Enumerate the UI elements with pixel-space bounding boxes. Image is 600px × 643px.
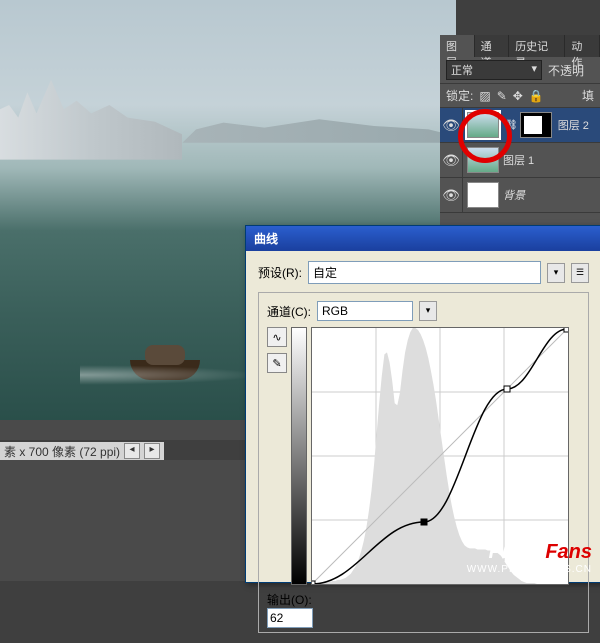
tab-layers[interactable]: 图层 bbox=[440, 35, 475, 57]
output-label: 输出(O): bbox=[267, 591, 313, 608]
lock-transparency-icon[interactable]: ▨ bbox=[479, 89, 490, 103]
image-content-wake bbox=[80, 365, 260, 385]
channel-row: 通道(C): RGB ▾ bbox=[267, 301, 580, 321]
layers-panel: 图层 通道 历史记录 动作 正常 不透明 锁定: ▨ ✎ ✥ 🔒 填 👁 ⛓ 图… bbox=[440, 35, 600, 225]
preset-row: 预设(R): 自定 ▾ ☰ bbox=[258, 261, 589, 284]
curve-pencil-tool[interactable]: ✎ bbox=[267, 353, 287, 373]
layers-list: 👁 ⛓ 图层 2 👁 图层 1 👁 背景 bbox=[440, 108, 600, 213]
layer-thumbnail[interactable] bbox=[467, 112, 499, 138]
panel-tabs: 图层 通道 历史记录 动作 bbox=[440, 35, 600, 57]
scroll-left-button[interactable]: ◂ bbox=[124, 443, 140, 459]
curves-editor: ∿ ✎ bbox=[267, 327, 580, 585]
output-value[interactable]: 62 bbox=[267, 608, 313, 628]
layer-name[interactable]: 图层 1 bbox=[503, 152, 534, 168]
blend-mode-select[interactable]: 正常 bbox=[446, 60, 542, 80]
layer-row[interactable]: 👁 背景 bbox=[440, 178, 600, 213]
curves-chart[interactable] bbox=[311, 327, 569, 585]
preset-dropdown-icon[interactable]: ▾ bbox=[547, 263, 565, 283]
status-bar: 素 x 700 像素 (72 ppi) ◂ ▸ bbox=[0, 442, 164, 460]
layer-thumbnail[interactable] bbox=[467, 182, 499, 208]
layer-name[interactable]: 图层 2 bbox=[558, 117, 589, 133]
layer-name[interactable]: 背景 bbox=[503, 187, 525, 203]
layer-mask-thumbnail[interactable] bbox=[520, 112, 552, 138]
curves-dialog: 曲线 预设(R): 自定 ▾ ☰ 通道(C): RGB ▾ ∿ ✎ bbox=[245, 225, 600, 583]
lock-paint-icon[interactable]: ✎ bbox=[497, 89, 507, 103]
lock-row: 锁定: ▨ ✎ ✥ 🔒 填 bbox=[440, 84, 600, 108]
mask-link-icon[interactable]: ⛓ bbox=[505, 120, 518, 131]
curves-fieldset: 通道(C): RGB ▾ ∿ ✎ 输出(O): 62 bbox=[258, 292, 589, 633]
curve-tools: ∿ ✎ bbox=[267, 327, 287, 585]
output-row: 输出(O): 62 bbox=[267, 591, 580, 628]
status-dimensions: 素 x 700 像素 (72 ppi) bbox=[4, 443, 120, 460]
tab-history[interactable]: 历史记录 bbox=[509, 35, 565, 57]
channel-select[interactable]: RGB bbox=[317, 301, 413, 321]
lock-move-icon[interactable]: ✥ bbox=[513, 89, 523, 103]
layer-row[interactable]: 👁 ⛓ 图层 2 bbox=[440, 108, 600, 143]
opacity-label: 不透明 bbox=[548, 62, 584, 79]
workspace-background bbox=[0, 460, 245, 581]
visibility-toggle[interactable]: 👁 bbox=[440, 143, 463, 177]
visibility-toggle[interactable]: 👁 bbox=[440, 108, 463, 142]
lock-label: 锁定: bbox=[446, 87, 473, 104]
output-gradient bbox=[291, 327, 307, 585]
dialog-title: 曲线 bbox=[246, 226, 600, 251]
lock-all-icon[interactable]: 🔒 bbox=[529, 89, 544, 103]
preset-label: 预设(R): bbox=[258, 264, 302, 281]
channel-dropdown-icon[interactable]: ▾ bbox=[419, 301, 437, 321]
blend-mode-row: 正常 不透明 bbox=[440, 57, 600, 84]
curve-smooth-tool[interactable]: ∿ bbox=[267, 327, 287, 347]
preset-menu-button[interactable]: ☰ bbox=[571, 263, 589, 283]
layer-row[interactable]: 👁 图层 1 bbox=[440, 143, 600, 178]
preset-select[interactable]: 自定 bbox=[308, 261, 541, 284]
channel-label: 通道(C): bbox=[267, 303, 311, 320]
tab-channels[interactable]: 通道 bbox=[475, 35, 510, 57]
scroll-right-button[interactable]: ▸ bbox=[144, 443, 160, 459]
layer-thumbnail[interactable] bbox=[467, 147, 499, 173]
fill-label: 填 bbox=[582, 87, 594, 104]
tab-actions[interactable]: 动作 bbox=[565, 35, 600, 57]
visibility-toggle[interactable]: 👁 bbox=[440, 178, 463, 212]
